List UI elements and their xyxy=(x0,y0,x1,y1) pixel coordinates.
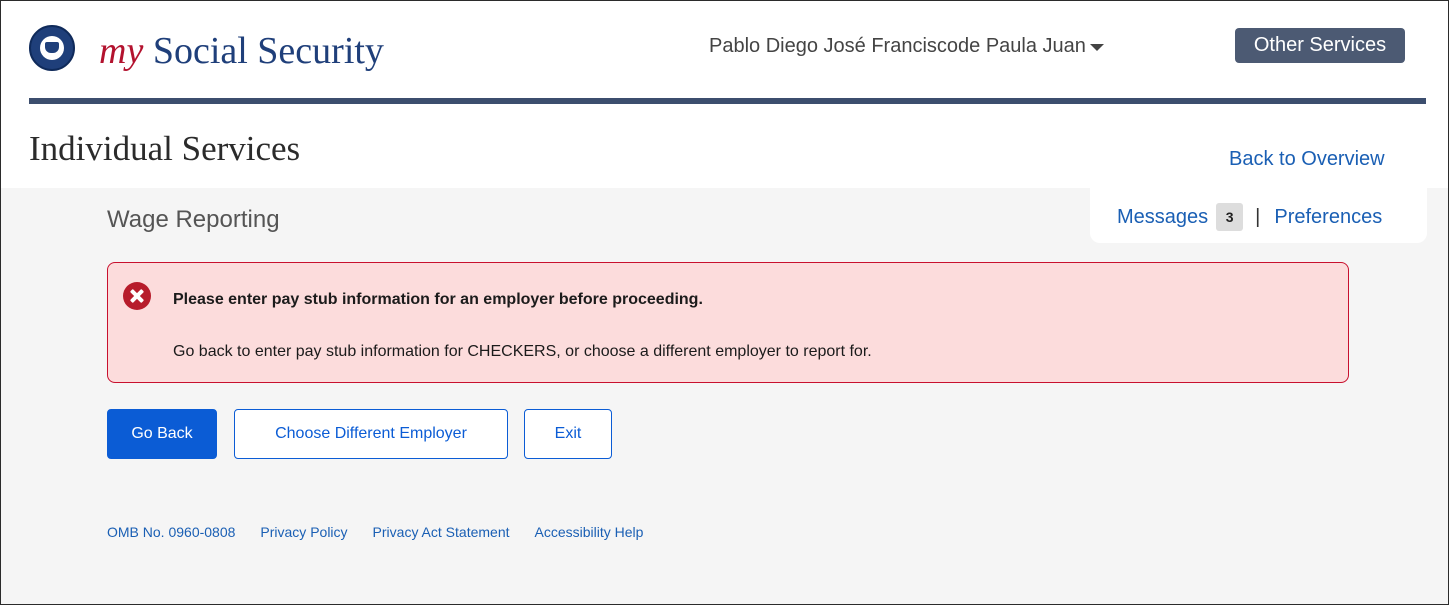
site-logo-text[interactable]: my Social Security xyxy=(99,29,384,73)
page-frame: my Social Security Pablo Diego José Fran… xyxy=(0,0,1449,605)
logo-social-security: Social Security xyxy=(143,30,384,72)
messages-link[interactable]: Messages xyxy=(1117,206,1208,229)
accessibility-help-link[interactable]: Accessibility Help xyxy=(535,524,644,540)
logo-my: my xyxy=(99,30,144,72)
error-alert: Please enter pay stub information for an… xyxy=(107,262,1349,383)
user-name: Pablo Diego José Franciscode Paula Juan xyxy=(709,35,1086,57)
alert-title: Please enter pay stub information for an… xyxy=(173,291,703,308)
user-menu[interactable]: Pablo Diego José Franciscode Paula Juan xyxy=(709,35,1104,58)
section-title: Wage Reporting xyxy=(107,206,280,233)
choose-different-employer-button[interactable]: Choose Different Employer xyxy=(234,409,508,459)
exit-button[interactable]: Exit xyxy=(524,409,612,459)
error-x-circle-icon xyxy=(123,282,151,310)
chevron-down-icon xyxy=(1089,44,1104,51)
footer-links: OMB No. 0960-0808 Privacy Policy Privacy… xyxy=(107,524,643,540)
omb-number-link[interactable]: OMB No. 0960-0808 xyxy=(107,524,235,540)
messages-preferences-row: Messages 3 | Preferences xyxy=(1117,203,1382,231)
page-title: Individual Services xyxy=(29,129,301,168)
back-to-overview-link[interactable]: Back to Overview xyxy=(1229,148,1385,171)
privacy-policy-link[interactable]: Privacy Policy xyxy=(260,524,347,540)
ssa-seal-icon[interactable] xyxy=(29,25,75,71)
messages-count-badge[interactable]: 3 xyxy=(1216,203,1244,231)
seal-eagle xyxy=(45,42,59,53)
privacy-act-statement-link[interactable]: Privacy Act Statement xyxy=(373,524,510,540)
preferences-link[interactable]: Preferences xyxy=(1274,206,1382,229)
go-back-button[interactable]: Go Back xyxy=(107,409,217,459)
alert-body: Go back to enter pay stub information fo… xyxy=(173,343,872,360)
other-services-button[interactable]: Other Services xyxy=(1235,28,1405,63)
header-divider xyxy=(29,98,1426,104)
separator: | xyxy=(1255,205,1261,228)
